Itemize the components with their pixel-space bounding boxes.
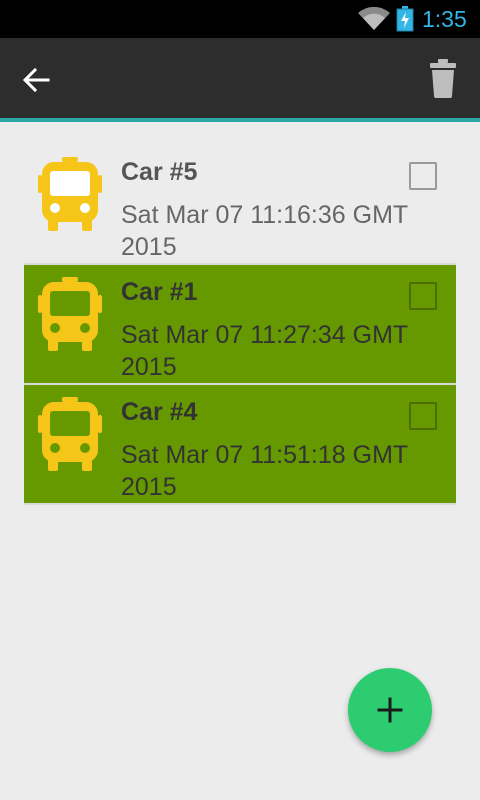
car-list-item[interactable]: Car #5 Sat Mar 07 11:16:36 GMT 2015 [24,145,456,265]
car-date: Sat Mar 07 11:16:36 GMT 2015 [121,201,408,261]
car-select-checkbox[interactable] [409,162,437,190]
car-name: Car #4 [121,398,198,426]
bus-icon [38,397,102,471]
trash-icon [430,59,456,98]
status-bar: 1:35 [0,0,480,38]
car-list-item[interactable]: Car #4 Sat Mar 07 11:51:18 GMT 2015 [24,385,456,505]
car-list: Car #5 Sat Mar 07 11:16:36 GMT 2015 Car … [24,145,456,505]
car-list-item[interactable]: Car #1 Sat Mar 07 11:27:34 GMT 2015 [24,265,456,385]
car-select-checkbox[interactable] [409,282,437,310]
arrow-back-icon [22,67,50,93]
app-bar-accent-line [0,118,480,122]
car-date: Sat Mar 07 11:51:18 GMT 2015 [121,441,408,501]
status-clock: 1:35 [422,6,467,32]
delete-button[interactable] [420,56,466,102]
car-name: Car #5 [121,158,198,186]
app-bar [0,38,480,118]
add-car-button[interactable] [348,668,432,752]
wifi-icon [358,7,390,30]
car-select-checkbox[interactable] [409,402,437,430]
bus-icon [38,157,102,231]
battery-charging-icon [396,6,414,32]
bus-icon [38,277,102,351]
plus-icon [377,697,403,723]
car-date: Sat Mar 07 11:27:34 GMT 2015 [121,321,408,381]
back-button[interactable] [14,58,58,102]
car-name: Car #1 [121,278,198,306]
